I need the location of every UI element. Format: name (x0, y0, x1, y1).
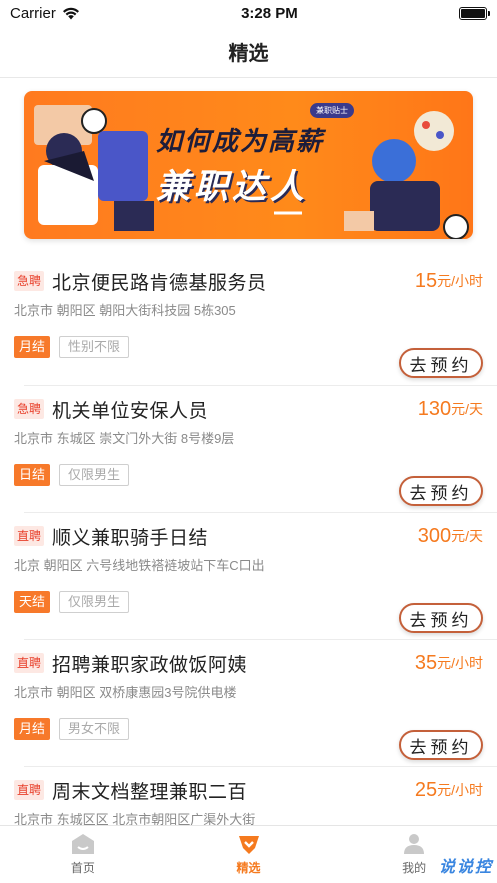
job-price: 15 (414, 269, 438, 292)
job-price-unit: 元/小时 (437, 655, 483, 671)
job-price-unit: 元/小时 (437, 273, 483, 289)
job-price: 130 (417, 397, 452, 420)
nav-bar: 精选 (0, 26, 497, 78)
promo-banner[interactable]: 兼职贴士 如何成为高薪 兼职达人 (24, 91, 473, 239)
job-type-badge: 急聘 (14, 271, 45, 291)
tab-profile-label: 我的 (402, 861, 427, 875)
job-card-inner: 直聘 顺义兼职骑手日结 300 元/天北京 朝阳区 六号线地铁褡裢坡站下车C口出天结仅… (14, 521, 483, 613)
job-header: 直聘 招聘兼职家政做饭阿姨 35 元/小时 (14, 648, 483, 678)
job-card[interactable]: 急聘 机关单位安保人员 130 元/天北京市 东城区 崇文门外大街 8号楼9层日结 仅限… (14, 385, 497, 512)
job-card-inner: 直聘 招聘兼职家政做饭阿姨 35 元/小时北京市 朝阳区 双桥康惠园3号院供电楼月结男… (14, 648, 483, 740)
status-left: Carrier (10, 5, 80, 22)
profile-icon (404, 834, 425, 854)
book-button[interactable]: 去预约 (399, 348, 483, 378)
job-list: 急聘 北京便民路肯德基服务员 15 元/小时 北京市 朝阳区 朝阳大街科技园 5栋305… (0, 258, 497, 825)
gender-tag: 仅限男生 (59, 464, 130, 486)
carrier-label: Carrier (10, 4, 56, 22)
gender-tag: 仅限男生 (59, 591, 130, 613)
watermark-logo: 说说控 (438, 859, 493, 876)
gender-tag: 性别不限 (59, 336, 130, 358)
job-title: 北京便民路肯德基服务员 (52, 272, 267, 294)
pay-cycle-tag: 天结 (14, 591, 51, 613)
job-title: 招聘兼职家政做饭阿姨 (52, 654, 248, 676)
job-title: 周末文档整理兼职二百 (52, 781, 248, 803)
job-card-inner: 急聘 机关单位安保人员 130 元/天北京市 东城区 崇文门外大街 8号楼9层日结 仅限… (14, 394, 483, 486)
job-card[interactable]: 直聘 顺义兼职骑手日结 300 元/天北京 朝阳区 六号线地铁褡裢坡站下车C口出天结仅… (14, 512, 497, 639)
tab-bar: 首页 精选 我的 说说控 (0, 825, 497, 883)
job-address: 北京市 东城区区 北京市朝阳区广渠外大街 (14, 812, 256, 825)
job-price-unit: 元/天 (451, 528, 483, 544)
banner-tag: 兼职贴士 (310, 103, 354, 118)
job-card[interactable]: 直聘 招聘兼职家政做饭阿姨 35 元/小时北京市 朝阳区 双桥康惠园3号院供电楼月结男… (14, 639, 497, 766)
job-header: 急聘 北京便民路肯德基服务员 15 元/小时 (14, 266, 483, 296)
pay-cycle-tag: 日结 (14, 464, 51, 486)
job-address: 北京市 朝阳区 双桥康惠园3号院供电楼 (14, 685, 237, 700)
job-price: 35 (414, 651, 438, 674)
job-card-inner: 直聘 周末文档整理兼职二百 25 元/小时北京市 东城区区 北京市朝阳区广渠外大街 (14, 775, 483, 825)
home-icon (71, 834, 94, 854)
job-price: 300 (417, 524, 452, 547)
battery-icon (458, 6, 490, 20)
job-title: 机关单位安保人员 (52, 400, 209, 422)
job-price: 25 (414, 778, 438, 801)
tab-home[interactable]: 首页 (0, 826, 166, 883)
book-button[interactable]: 去预约 (399, 730, 483, 760)
job-header: 急聘 机关单位安保人员 130 元/天 (14, 394, 483, 424)
job-address: 北京市 东城区 崇文门外大街 8号楼9层 (14, 431, 235, 446)
tab-featured[interactable]: 精选 (166, 826, 332, 883)
job-address: 北京 朝阳区 六号线地铁褡裢坡站下车C口出 (14, 558, 265, 573)
wifi-icon (62, 7, 79, 19)
job-card-inner: 急聘 北京便民路肯德基服务员 15 元/小时北京市 朝阳区 朝阳大街科技园 5栋305… (14, 266, 483, 358)
job-price-unit: 元/天 (451, 401, 483, 417)
status-bar: Carrier 3:28 PM (0, 0, 497, 26)
pay-cycle-tag: 月结 (14, 336, 51, 358)
featured-icon (238, 836, 259, 854)
tab-featured-label: 精选 (236, 861, 261, 875)
job-price-unit: 元/小时 (437, 782, 483, 798)
pay-cycle-tag: 月结 (14, 718, 51, 740)
job-card[interactable]: 急聘 北京便民路肯德基服务员 15 元/小时北京市 朝阳区 朝阳大街科技园 5栋305… (0, 258, 497, 385)
book-button[interactable]: 去预约 (399, 476, 483, 506)
job-header: 直聘 周末文档整理兼职二百 25 元/小时 (14, 775, 483, 805)
job-type-badge: 直聘 (14, 526, 45, 546)
gender-tag: 男女不限 (59, 718, 130, 740)
job-type-badge: 直聘 (14, 653, 45, 673)
job-address: 北京市 朝阳区 朝阳大街科技园 5栋305 (14, 303, 236, 318)
job-card[interactable]: 直聘 周末文档整理兼职二百 25 元/小时北京市 东城区区 北京市朝阳区广渠外大街 (14, 766, 497, 825)
banner-subheadline: 兼职达人 (156, 168, 308, 206)
job-type-badge: 直聘 (14, 780, 45, 800)
status-time: 3:28 PM (241, 4, 298, 22)
page-title: 精选 (228, 43, 269, 65)
banner-headline: 如何成为高薪 (156, 126, 325, 156)
job-type-badge: 急聘 (14, 399, 45, 419)
job-title: 顺义兼职骑手日结 (52, 527, 209, 549)
tab-home-label: 首页 (70, 861, 95, 875)
job-header: 直聘 顺义兼职骑手日结 300 元/天 (14, 521, 483, 551)
book-button[interactable]: 去预约 (399, 603, 483, 633)
